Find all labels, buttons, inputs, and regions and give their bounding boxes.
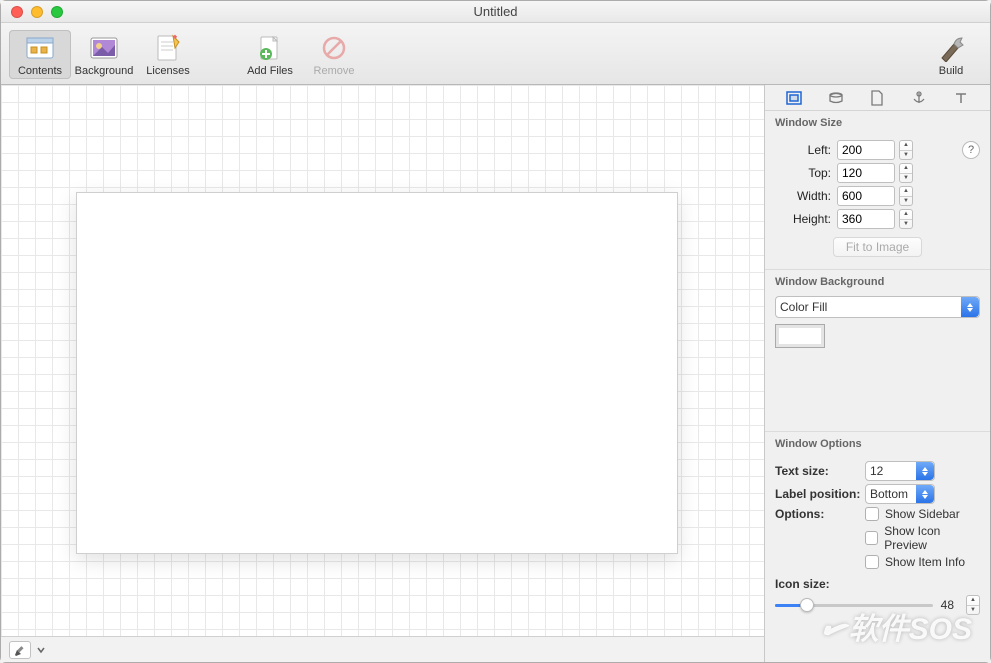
traffic-lights [1, 6, 63, 18]
licenses-icon [152, 32, 184, 64]
zoom-window-button[interactable] [51, 6, 63, 18]
show-item-info-checkbox[interactable] [865, 555, 879, 569]
window-background-section: Color Fill [765, 292, 990, 432]
width-label: Width: [775, 189, 831, 203]
edit-mode-button[interactable] [9, 641, 31, 659]
window-size-heading: Window Size [765, 111, 990, 133]
show-sidebar-checkbox[interactable] [865, 507, 879, 521]
height-stepper[interactable]: ▲▼ [899, 209, 913, 229]
text-size-label: Text size: [775, 464, 865, 478]
add-files-icon [254, 32, 286, 64]
titlebar: Untitled [1, 1, 990, 23]
remove-icon [318, 32, 350, 64]
background-mode-value: Color Fill [780, 300, 827, 314]
inspector-tabs [765, 85, 990, 111]
show-sidebar-label: Show Sidebar [885, 507, 960, 521]
select-arrows-icon [916, 462, 934, 480]
toolbar: Contents Background Licenses Add [1, 23, 990, 85]
icon-size-value: 48 [941, 598, 954, 612]
remove-label: Remove [314, 65, 355, 77]
select-arrows-icon [961, 297, 979, 317]
background-icon [88, 32, 120, 64]
tab-layout[interactable] [779, 87, 809, 109]
left-stepper[interactable]: ▲▼ [899, 140, 913, 160]
window-options-section: Text size: 12 Label position: Bottom Opt… [765, 454, 990, 625]
close-window-button[interactable] [11, 6, 23, 18]
show-item-info-label: Show Item Info [885, 555, 965, 569]
width-input[interactable] [837, 186, 895, 206]
show-icon-preview-label: Show Icon Preview [884, 524, 980, 552]
top-stepper[interactable]: ▲▼ [899, 163, 913, 183]
select-arrows-icon [916, 485, 934, 503]
add-files-button[interactable]: Add Files [239, 30, 301, 79]
background-button[interactable]: Background [73, 30, 135, 79]
pencil-icon [14, 644, 26, 656]
window-title: Untitled [1, 4, 990, 19]
text-size-value: 12 [870, 464, 883, 478]
icon-size-stepper[interactable]: ▲▼ [966, 595, 980, 615]
window-options-heading: Window Options [765, 432, 990, 454]
build-label: Build [939, 65, 963, 77]
document-preview-window[interactable] [76, 192, 678, 554]
window-size-section: Left: ▲▼ ? Top: ▲▼ Width: ▲▼ Height: [765, 133, 990, 270]
build-button[interactable]: Build [920, 30, 982, 79]
canvas-area[interactable] [1, 85, 764, 662]
chevron-down-icon[interactable] [37, 646, 45, 654]
background-color-well[interactable] [775, 324, 825, 348]
contents-button[interactable]: Contents [9, 30, 71, 79]
minimize-window-button[interactable] [31, 6, 43, 18]
top-input[interactable] [837, 163, 895, 183]
background-label: Background [75, 65, 134, 77]
tab-disk[interactable] [821, 87, 851, 109]
inspector-panel: Window Size Left: ▲▼ ? Top: ▲▼ Width: ▲▼ [764, 85, 990, 662]
build-icon [935, 32, 967, 64]
width-stepper[interactable]: ▲▼ [899, 186, 913, 206]
label-position-select[interactable]: Bottom [865, 484, 935, 504]
canvas-footer [1, 636, 764, 662]
label-position-value: Bottom [870, 487, 908, 501]
height-input[interactable] [837, 209, 895, 229]
icon-size-slider[interactable] [775, 597, 933, 613]
help-button[interactable]: ? [962, 141, 980, 159]
text-size-select[interactable]: 12 [865, 461, 935, 481]
left-input[interactable] [837, 140, 895, 160]
show-icon-preview-checkbox[interactable] [865, 531, 878, 545]
left-label: Left: [775, 143, 831, 157]
app-window: Untitled Contents Background Licenses [0, 0, 991, 663]
tab-anchor[interactable] [904, 87, 934, 109]
icon-size-label: Icon size: [775, 577, 980, 591]
top-label: Top: [775, 166, 831, 180]
options-label: Options: [775, 507, 865, 521]
add-files-label: Add Files [247, 65, 293, 77]
label-position-label: Label position: [775, 487, 865, 501]
tab-page[interactable] [862, 87, 892, 109]
licenses-button[interactable]: Licenses [137, 30, 199, 79]
tab-text[interactable] [946, 87, 976, 109]
contents-icon [24, 32, 56, 64]
window-background-heading: Window Background [765, 270, 990, 292]
remove-button[interactable]: Remove [303, 30, 365, 79]
background-mode-select[interactable]: Color Fill [775, 296, 980, 318]
contents-label: Contents [18, 65, 62, 77]
licenses-label: Licenses [146, 65, 189, 77]
fit-to-image-button[interactable]: Fit to Image [833, 237, 922, 257]
height-label: Height: [775, 212, 831, 226]
